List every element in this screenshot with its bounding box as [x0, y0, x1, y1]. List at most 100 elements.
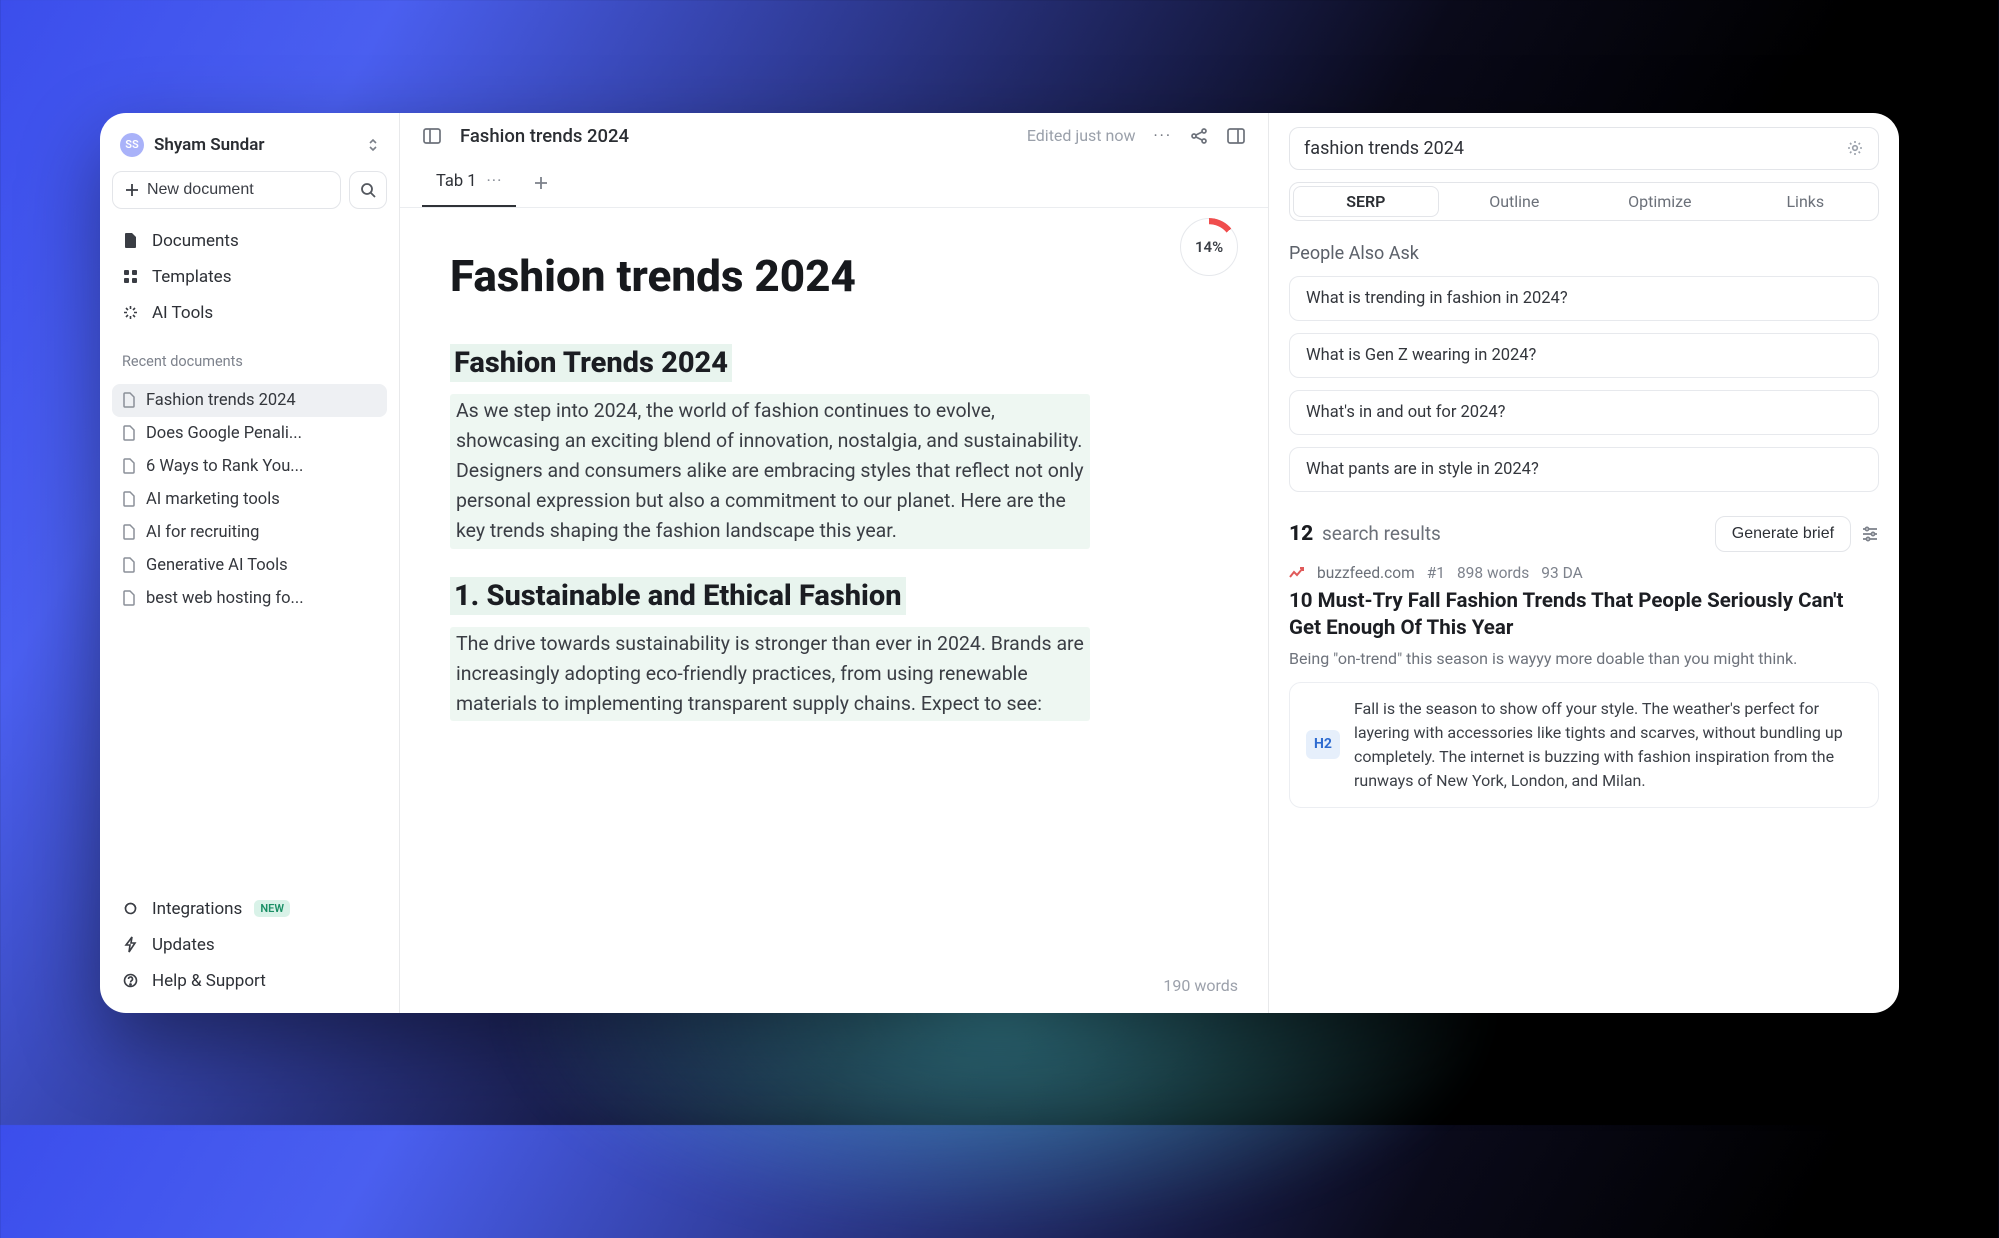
serp-domain: buzzfeed.com	[1317, 564, 1415, 582]
nav-label: Help & Support	[152, 971, 266, 991]
paa-item[interactable]: What is Gen Z wearing in 2024?	[1289, 333, 1879, 378]
tabs-row: Tab 1 ···	[400, 160, 1268, 208]
people-also-ask-header: People Also Ask	[1289, 243, 1879, 264]
serp-snippet: H2 Fall is the season to show off your s…	[1289, 682, 1879, 808]
more-icon[interactable]: ···	[1154, 126, 1173, 145]
recent-doc-item[interactable]: Fashion trends 2024	[112, 384, 387, 417]
nav-integrations[interactable]: Integrations NEW	[112, 891, 387, 927]
avatar: SS	[120, 133, 144, 157]
search-icon	[360, 182, 376, 198]
document-body[interactable]: 14% Fashion trends 2024 Fashion Trends 2…	[400, 208, 1268, 1013]
recent-doc-item[interactable]: Generative AI Tools	[112, 549, 387, 582]
nav-label: Documents	[152, 231, 239, 251]
results-count: 12 search results	[1289, 522, 1441, 546]
nav-documents[interactable]: Documents	[112, 223, 387, 259]
paa-item[interactable]: What pants are in style in 2024?	[1289, 447, 1879, 492]
heading-intro[interactable]: Fashion Trends 2024	[450, 344, 732, 382]
settings-icon[interactable]	[1846, 139, 1864, 157]
serp-meta: buzzfeed.com #1 898 words 93 DA	[1289, 564, 1879, 582]
content-score-ring[interactable]: 14%	[1180, 218, 1238, 276]
nav-updates[interactable]: Updates	[112, 927, 387, 963]
search-button[interactable]	[349, 171, 387, 209]
results-count-number: 12	[1289, 522, 1313, 546]
recent-doc-label: AI marketing tools	[146, 490, 280, 509]
tab-1[interactable]: Tab 1 ···	[422, 160, 516, 207]
serp-query-box[interactable]: fashion trends 2024	[1289, 127, 1879, 170]
recent-doc-label: 6 Ways to Rank You...	[146, 457, 303, 476]
recent-doc-item[interactable]: AI marketing tools	[112, 483, 387, 516]
tab-outline[interactable]: Outline	[1442, 183, 1588, 220]
nav-templates[interactable]: Templates	[112, 259, 387, 295]
share-icon[interactable]	[1190, 127, 1208, 145]
document-outline-icon	[122, 590, 136, 606]
document-outline-icon	[122, 392, 136, 408]
page-title[interactable]: Fashion trends 2024	[450, 250, 1218, 302]
document-outline-icon	[122, 491, 136, 507]
toggle-sidebar-icon[interactable]	[422, 126, 442, 146]
add-tab-button[interactable]	[526, 168, 556, 198]
sidebar: SS Shyam Sundar New document	[100, 113, 400, 1013]
tab-links[interactable]: Links	[1733, 183, 1879, 220]
serp-word-count: 898 words	[1457, 564, 1529, 582]
paragraph-intro[interactable]: As we step into 2024, the world of fashi…	[450, 394, 1090, 549]
serp-title: 10 Must-Try Fall Fashion Trends That Peo…	[1289, 588, 1879, 643]
serp-rank: #1	[1427, 564, 1445, 582]
help-icon	[122, 973, 140, 988]
nav-ai-tools[interactable]: AI Tools	[112, 295, 387, 331]
nav-help[interactable]: Help & Support	[112, 963, 387, 999]
integrations-icon	[122, 901, 140, 916]
trending-icon	[1289, 567, 1305, 579]
heading-sustainable[interactable]: 1. Sustainable and Ethical Fashion	[450, 577, 906, 615]
document-outline-icon	[122, 425, 136, 441]
document-icon	[122, 232, 140, 249]
editor-topbar: Fashion trends 2024 Edited just now ···	[400, 113, 1268, 160]
word-count: 190 words	[1163, 976, 1238, 995]
document-outline-icon	[122, 524, 136, 540]
people-also-ask-list: What is trending in fashion in 2024? What…	[1289, 276, 1879, 492]
nav-label: AI Tools	[152, 303, 213, 323]
recent-doc-item[interactable]: 6 Ways to Rank You...	[112, 450, 387, 483]
paa-item[interactable]: What is trending in fashion in 2024?	[1289, 276, 1879, 321]
recent-doc-label: Does Google Penali...	[146, 424, 302, 443]
heading-chip-h2: H2	[1306, 730, 1340, 759]
new-badge: NEW	[254, 900, 290, 917]
document-title[interactable]: Fashion trends 2024	[460, 125, 1009, 147]
research-panel: fashion trends 2024 SERP Outline Optimiz…	[1269, 113, 1899, 1013]
results-count-label: search results	[1322, 522, 1441, 545]
account-switcher[interactable]: SS Shyam Sundar	[112, 127, 387, 163]
nav-label: Templates	[152, 267, 232, 287]
recent-doc-label: Fashion trends 2024	[146, 391, 296, 410]
nav-label: Updates	[152, 935, 215, 955]
serp-result[interactable]: buzzfeed.com #1 898 words 93 DA 10 Must-…	[1289, 564, 1879, 808]
serp-snippet-text: Fall is the season to show off your styl…	[1354, 697, 1862, 793]
primary-nav: Documents Templates AI Tools	[112, 223, 387, 331]
toggle-right-panel-icon[interactable]	[1226, 126, 1246, 146]
serp-query-text: fashion trends 2024	[1304, 138, 1464, 159]
tab-serp[interactable]: SERP	[1293, 186, 1439, 217]
nav-label: Integrations	[152, 899, 242, 919]
generate-brief-button[interactable]: Generate brief	[1715, 516, 1851, 552]
tab-label: Tab 1	[436, 172, 477, 191]
recent-doc-label: best web hosting fo...	[146, 589, 304, 608]
recent-doc-item[interactable]: Does Google Penali...	[112, 417, 387, 450]
content-score-value: 14%	[1195, 238, 1223, 256]
edited-timestamp: Edited just now	[1027, 126, 1136, 145]
new-document-label: New document	[147, 181, 254, 199]
editor-pane: Fashion trends 2024 Edited just now ··· …	[400, 113, 1269, 1013]
account-name: Shyam Sundar	[154, 135, 357, 155]
recent-doc-item[interactable]: AI for recruiting	[112, 516, 387, 549]
recent-doc-label: Generative AI Tools	[146, 556, 288, 575]
serp-description: Being "on-trend" this season is wayyy mo…	[1289, 649, 1879, 668]
recent-doc-item[interactable]: best web hosting fo...	[112, 582, 387, 615]
serp-tabs: SERP Outline Optimize Links	[1289, 182, 1879, 221]
recent-doc-label: AI for recruiting	[146, 523, 260, 542]
tab-optimize[interactable]: Optimize	[1587, 183, 1733, 220]
paa-item[interactable]: What's in and out for 2024?	[1289, 390, 1879, 435]
new-document-button[interactable]: New document	[112, 171, 341, 209]
filter-icon[interactable]	[1861, 526, 1879, 542]
paragraph-sustainable[interactable]: The drive towards sustainability is stro…	[450, 627, 1090, 722]
chevron-up-down-icon	[367, 137, 379, 153]
tab-more-icon[interactable]: ···	[487, 172, 503, 191]
results-header: 12 search results Generate brief	[1289, 516, 1879, 552]
document-outline-icon	[122, 557, 136, 573]
